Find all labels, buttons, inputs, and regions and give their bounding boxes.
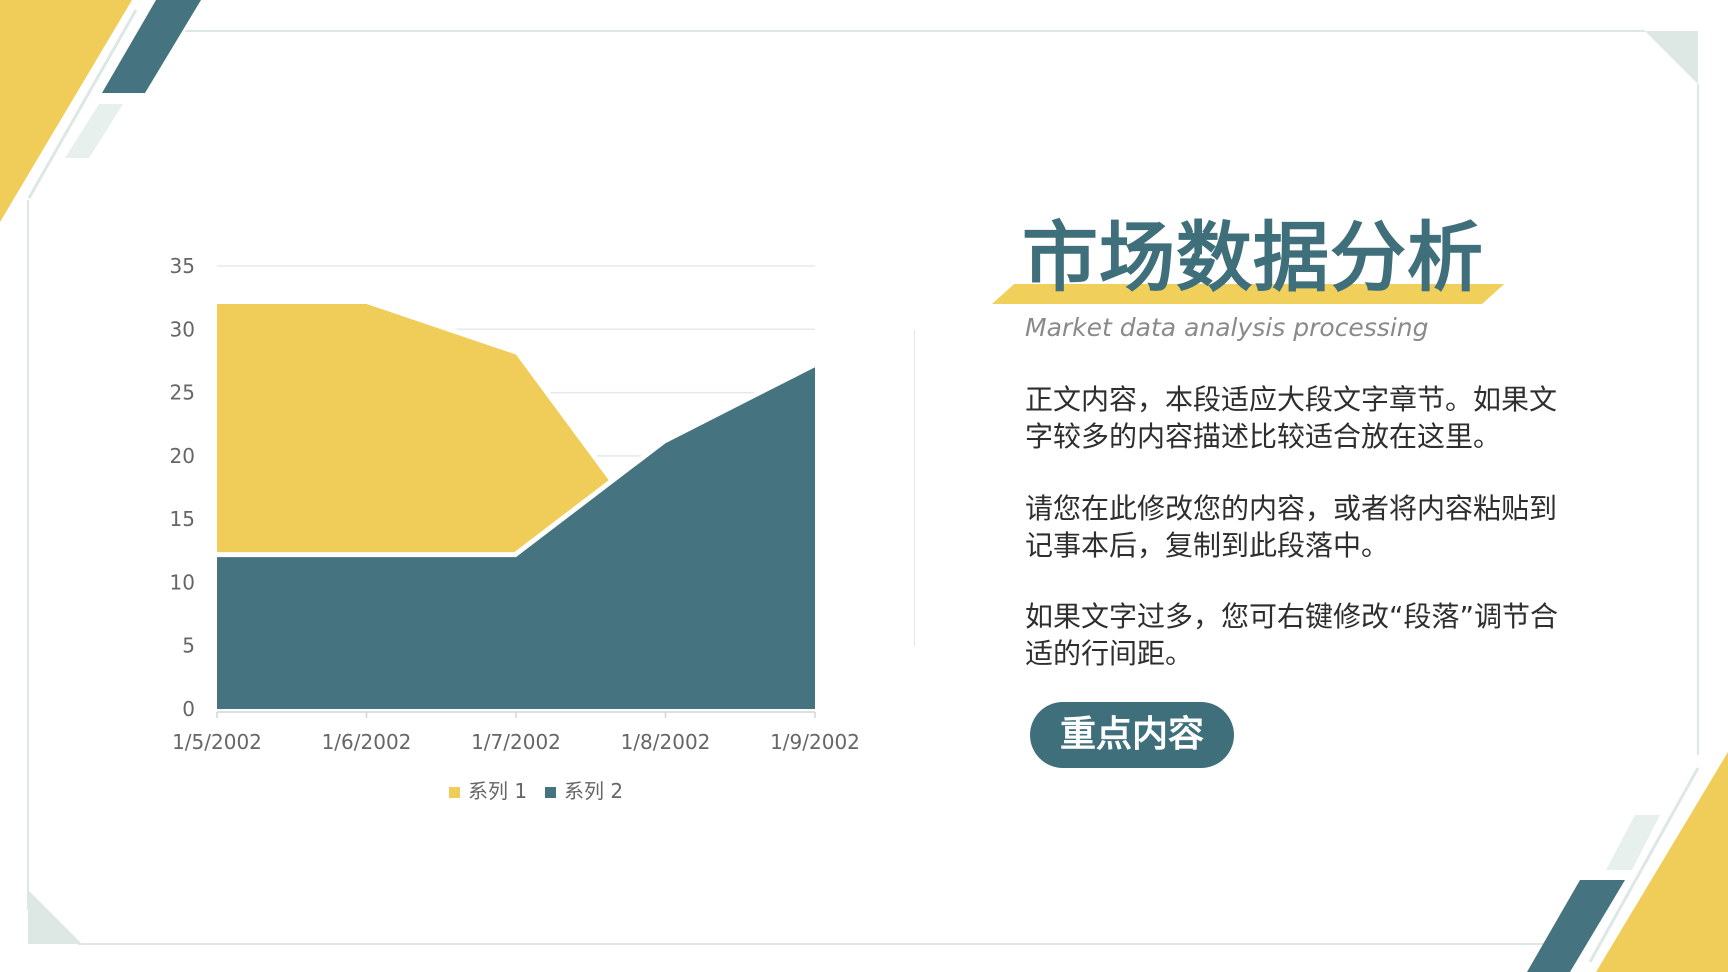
page-title: 市场数据分析 [1022,213,1484,302]
x-tick-label: 1/8/2002 [621,730,711,754]
y-tick-label: 0 [182,697,195,721]
body-paragraph-1: 正文内容，本段适应大段文字章节。如果文字较多的内容描述比较适合放在这里。 [1025,383,1558,453]
vertical-divider [914,330,915,646]
page-subtitle: Market data analysis processing [1025,313,1429,342]
y-tick-label: 15 [170,507,195,531]
legend-label-2: 系列 2 [564,779,623,803]
x-tick-label: 1/5/2002 [172,730,262,754]
key-content-button[interactable]: 重点内容 [1030,702,1234,768]
body-paragraph-3: 如果文字过多，您可右键修改“段落”调节合适的行间距。 [1025,600,1559,670]
y-tick-label: 5 [182,634,195,658]
chart-legend: 系列 1 系列 2 [449,779,623,803]
legend-label-1: 系列 1 [468,779,527,803]
y-tick-label: 25 [170,381,195,405]
y-tick-label: 20 [170,444,195,468]
legend-swatch-2 [545,787,556,798]
chart-areas [212,298,820,714]
y-tick-label: 10 [170,570,195,594]
x-tick-label: 1/9/2002 [770,730,860,754]
legend-swatch-1 [449,787,460,798]
area-chart: 0 5 10 15 20 25 30 35 1/5/2002 1/6/2002 1/7/2002 1/… [170,254,860,803]
title-block: 市场数据分析 [990,212,1510,312]
slide: 0 5 10 15 20 25 30 35 1/5/2002 1/6/2002 1/7/2002 1/… [0,0,1728,972]
y-tick-label: 35 [170,254,195,278]
body-paragraph-2: 请您在此修改您的内容，或者将内容粘贴到记事本后，复制到此段落中。 [1025,492,1558,562]
x-tick-label: 1/7/2002 [471,730,561,754]
y-tick-label: 30 [170,317,195,341]
x-tick-label: 1/6/2002 [322,730,412,754]
